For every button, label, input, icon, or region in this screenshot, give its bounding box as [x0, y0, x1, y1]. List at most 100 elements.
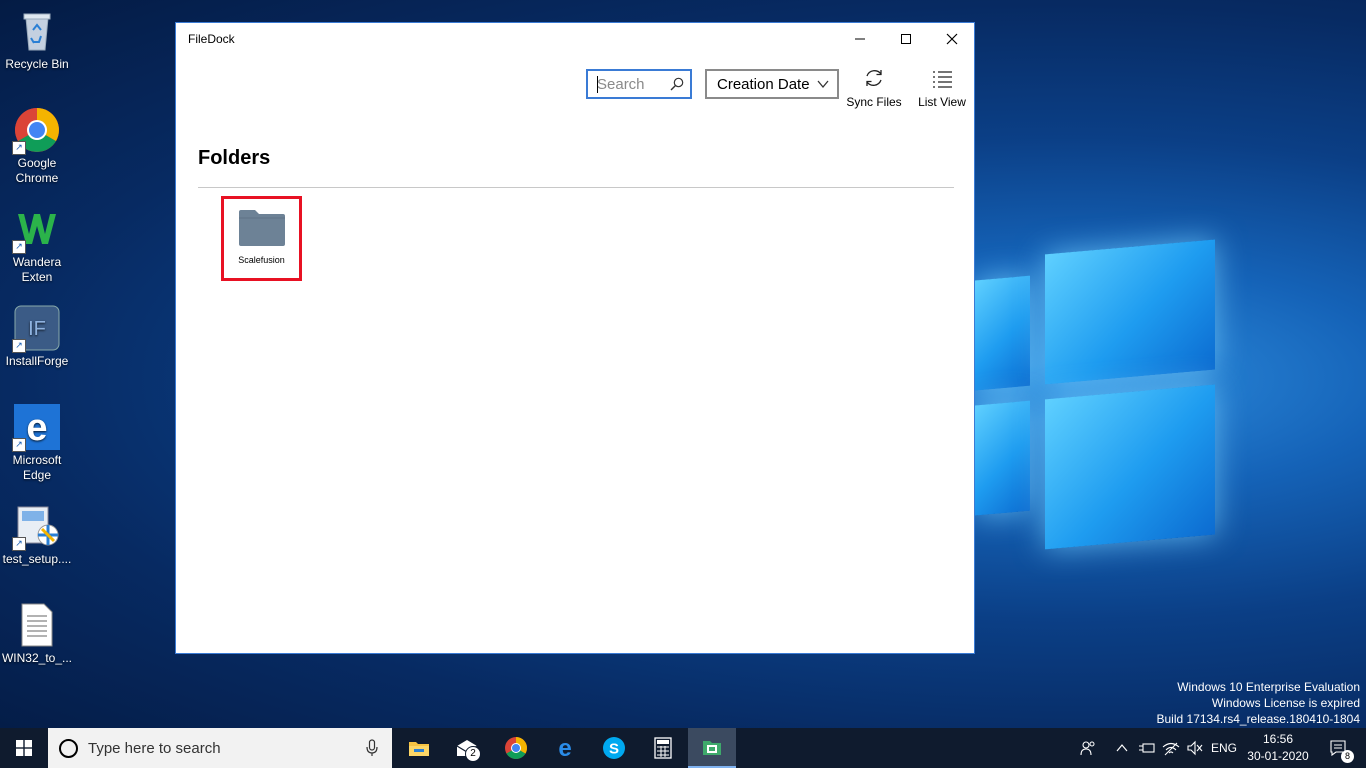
taskbar-file-explorer[interactable] — [395, 728, 443, 768]
taskbar-search-box[interactable]: Type here to search — [48, 728, 392, 768]
text-caret — [597, 76, 598, 93]
chrome-icon — [505, 737, 527, 759]
watermark-line: Windows 10 Enterprise Evaluation — [1177, 680, 1360, 694]
sync-files-button[interactable]: Sync Files — [842, 67, 906, 113]
taskbar-search-placeholder: Type here to search — [88, 739, 221, 757]
people-icon — [1080, 741, 1095, 756]
taskbar: Type here to search 2 e S ENG 16:56 30-0… — [0, 728, 1366, 768]
folder-name: Scalefusion — [238, 255, 285, 265]
shortcut-arrow-icon: ↗ — [12, 240, 26, 254]
chevron-down-icon — [817, 80, 829, 89]
desktop-icon-label: test_setup.... — [2, 552, 72, 566]
power-status[interactable] — [1136, 728, 1158, 768]
input-language[interactable]: ENG — [1210, 728, 1238, 768]
microphone-icon[interactable] — [366, 739, 378, 757]
search-input[interactable] — [597, 75, 671, 93]
calculator-icon — [654, 737, 672, 759]
desktop-icon-installforge[interactable]: IF ↗ InstallForge — [0, 305, 74, 369]
window-title: FileDock — [188, 32, 235, 46]
desktop-icon-google-chrome[interactable]: ↗ Google Chrome — [0, 107, 74, 186]
sync-icon — [866, 70, 882, 86]
start-button[interactable] — [0, 728, 48, 768]
desktop-icon-label: Recycle Bin — [5, 57, 69, 71]
taskbar-mail[interactable]: 2 — [443, 728, 491, 768]
desktop-icon-recycle-bin[interactable]: Recycle Bin — [0, 8, 74, 72]
edge-icon: e ↗ — [12, 404, 60, 452]
folder-tile-scalefusion[interactable]: Scalefusion — [221, 196, 302, 281]
close-icon — [946, 33, 958, 45]
title-bar[interactable]: FileDock — [176, 23, 974, 55]
taskbar-calculator[interactable] — [639, 728, 687, 768]
svg-text:IF: IF — [28, 318, 46, 340]
taskbar-filedock[interactable] — [688, 728, 736, 768]
svg-text:S: S — [609, 741, 619, 758]
sort-dropdown[interactable]: Creation Date — [705, 69, 839, 99]
watermark-line: Windows License is expired — [1211, 696, 1360, 710]
desktop-icon-wandera[interactable]: ↗ Wandera Exten — [0, 206, 74, 285]
desktop-icon-label: InstallForge — [5, 354, 69, 368]
folder-icon — [238, 210, 285, 246]
logo-pane — [975, 400, 1030, 516]
shortcut-arrow-icon: ↗ — [12, 438, 26, 452]
volume-control[interactable] — [1184, 728, 1206, 768]
clock-time: 16:56 — [1262, 732, 1294, 746]
action-center-button[interactable]: 8 — [1318, 728, 1358, 768]
text-file-icon — [14, 602, 60, 648]
power-plug-icon — [1139, 743, 1155, 753]
logo-pane — [1045, 384, 1215, 550]
desktop-icon-win32-file[interactable]: WIN32_to_... — [0, 602, 74, 666]
maximize-button[interactable] — [883, 23, 929, 55]
cortana-icon — [59, 739, 78, 758]
chrome-icon: ↗ — [12, 107, 60, 155]
chevron-up-icon — [1116, 744, 1128, 752]
list-view-button[interactable]: List View — [910, 67, 974, 113]
people-button[interactable] — [1076, 728, 1100, 768]
skype-icon: S — [603, 737, 625, 759]
filedock-window: FileDock Creation Date — [175, 22, 975, 654]
shortcut-arrow-icon: ↗ — [12, 537, 26, 551]
notification-count-badge: 8 — [1341, 750, 1354, 763]
taskbar-skype[interactable]: S — [590, 728, 638, 768]
search-icon[interactable] — [670, 77, 684, 91]
folders-heading: Folders — [198, 147, 271, 169]
edge-icon: e — [558, 736, 571, 760]
list-view-icon — [933, 71, 952, 88]
desktop-icon-microsoft-edge[interactable]: e ↗ Microsoft Edge — [0, 404, 74, 483]
language-indicator: ENG — [1210, 741, 1237, 755]
taskbar-clock[interactable]: 16:56 30-01-2020 — [1242, 731, 1314, 765]
wandera-w-icon: ↗ — [12, 206, 60, 254]
search-box[interactable] — [586, 69, 692, 99]
maximize-icon — [901, 34, 911, 44]
network-status[interactable] — [1160, 728, 1182, 768]
desktop-icon-label: WIN32_to_... — [1, 651, 73, 665]
sync-files-label: Sync Files — [846, 95, 902, 109]
svg-text:e: e — [558, 736, 571, 760]
watermark-line: Build 17134.rs4_release.180410-1804 — [1156, 712, 1361, 726]
windows-start-icon — [16, 740, 32, 756]
svg-text:e: e — [26, 407, 47, 449]
sort-dropdown-value: Creation Date — [717, 75, 810, 93]
taskbar-chrome[interactable] — [492, 728, 540, 768]
list-view-label: List View — [918, 95, 966, 109]
mail-badge: 2 — [465, 746, 481, 762]
desktop-icon-label: Google Chrome — [15, 156, 59, 185]
installer-icon: ↗ — [12, 503, 60, 551]
taskbar-edge[interactable]: e — [541, 728, 589, 768]
windows-logo-graphic — [975, 220, 1215, 561]
close-button[interactable] — [929, 23, 975, 55]
filedock-app-icon — [703, 741, 721, 755]
installforge-icon: IF ↗ — [12, 305, 60, 353]
logo-pane — [975, 275, 1030, 391]
shortcut-arrow-icon: ↗ — [12, 141, 26, 155]
desktop-icon-label: Microsoft Edge — [12, 453, 62, 482]
section-divider — [198, 187, 954, 188]
logo-pane — [1045, 239, 1215, 385]
wifi-off-icon — [1162, 742, 1180, 756]
desktop-icon-test-setup[interactable]: ↗ test_setup.... — [0, 503, 74, 567]
desktop-icon-label: Wandera Exten — [12, 255, 62, 284]
shortcut-arrow-icon: ↗ — [12, 339, 26, 353]
minimize-button[interactable] — [837, 23, 883, 55]
windows-activation-watermark: Windows 10 Enterprise Evaluation Windows… — [1157, 679, 1361, 727]
show-hidden-icons-button[interactable] — [1112, 728, 1132, 768]
minimize-icon — [855, 38, 865, 40]
